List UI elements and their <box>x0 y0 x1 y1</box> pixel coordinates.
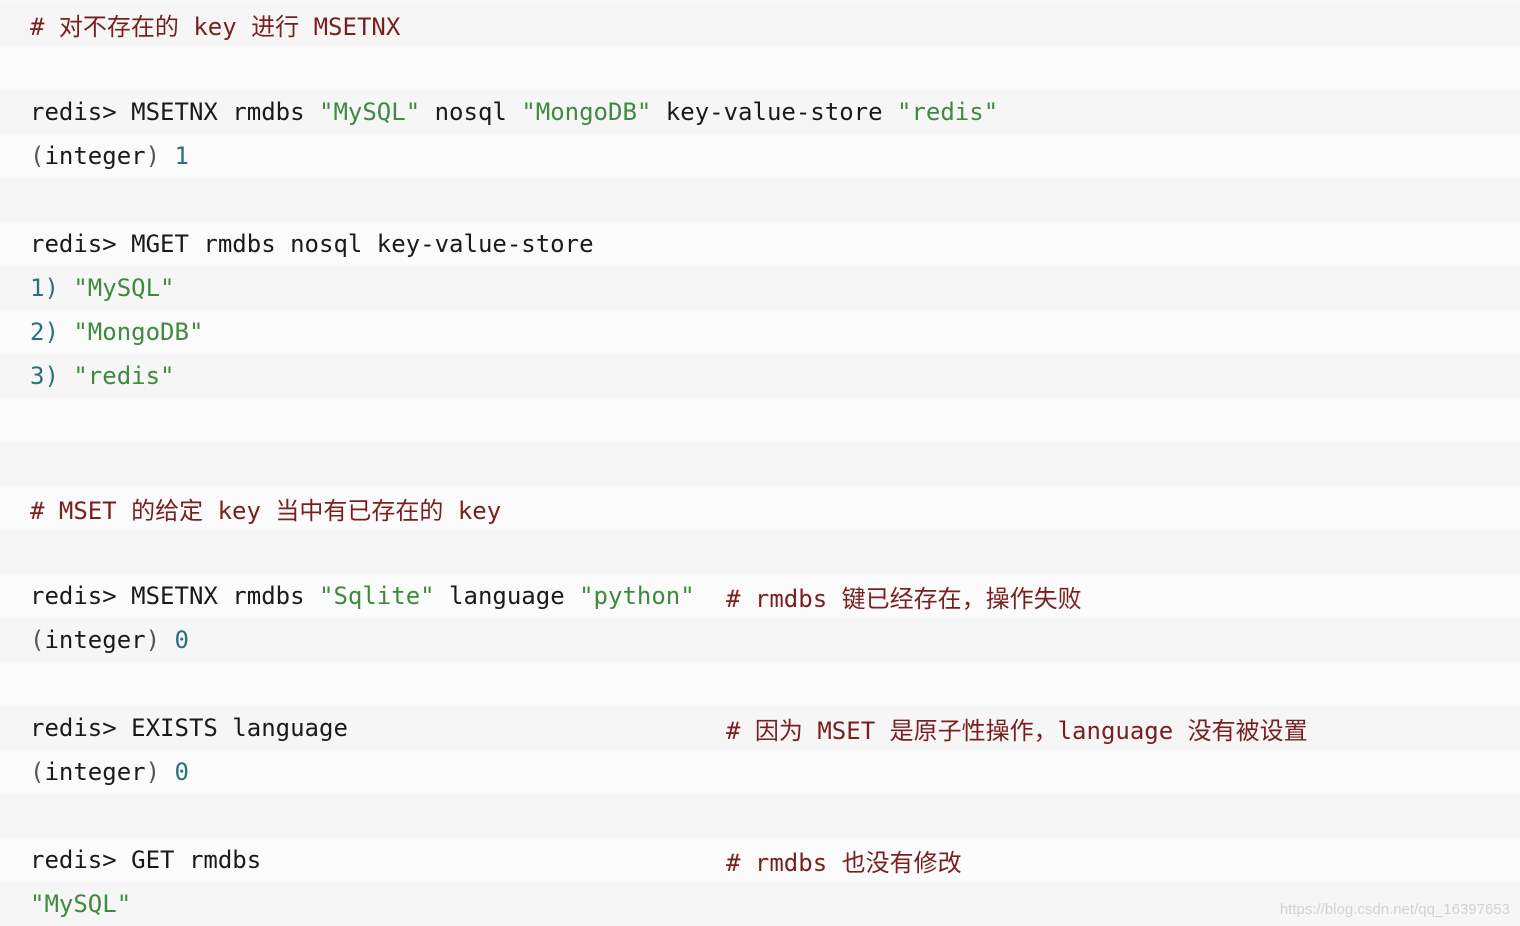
paren-close: ) <box>145 142 161 170</box>
string-literal: "redis" <box>897 98 999 126</box>
code-line-5 <box>0 178 1520 222</box>
inline-comment: # 因为 MSET 是原子性操作，language 没有被设置 <box>726 716 1308 745</box>
integer-label: integer <box>44 626 146 654</box>
command-text: language <box>434 582 580 610</box>
result-index: 1) <box>30 274 59 302</box>
inline-comment: # rmdbs 也没有修改 <box>726 848 962 877</box>
integer-value: 1 <box>174 142 189 170</box>
command-text: MSETNX rmdbs <box>131 582 319 610</box>
string-literal: "Sqlite" <box>319 582 435 610</box>
command-text: MGET rmdbs nosql key-value-store <box>131 230 594 258</box>
code-line-2 <box>0 46 1520 90</box>
result-index: 3) <box>30 362 59 390</box>
paren-open: ( <box>30 626 45 654</box>
string-literal: "MySQL" <box>30 890 132 918</box>
comment-text: # 对不存在的 key 进行 MSETNX <box>30 12 401 41</box>
redis-prompt: redis> <box>30 98 132 126</box>
string-literal: "MongoDB" <box>521 98 652 126</box>
paren-open: ( <box>30 758 45 786</box>
integer-label: integer <box>44 758 146 786</box>
code-line-18: (integer) 0 <box>0 750 1520 794</box>
code-line-12: # MSET 的给定 key 当中有已存在的 key <box>0 486 1520 530</box>
code-line-6: redis> MGET rmdbs nosql key-value-store <box>0 222 1520 266</box>
string-literal: "redis" <box>73 362 175 390</box>
command-text: EXISTS language <box>131 714 348 742</box>
command-text: GET rmdbs <box>131 846 262 874</box>
code-line-16 <box>0 662 1520 706</box>
code-line-3: redis> MSETNX rmdbs "MySQL" nosql "Mongo… <box>0 90 1520 134</box>
string-literal: "MySQL" <box>319 98 421 126</box>
code-line-17: redis> EXISTS language # 因为 MSET 是原子性操作，… <box>0 706 1520 750</box>
code-line-13 <box>0 530 1520 574</box>
code-line-19 <box>0 794 1520 838</box>
code-line-15: (integer) 0 <box>0 618 1520 662</box>
paren-close: ) <box>145 626 161 654</box>
redis-prompt: redis> <box>30 230 132 258</box>
code-line-10 <box>0 398 1520 442</box>
code-line-14: redis> MSETNX rmdbs "Sqlite" language "p… <box>0 574 1520 618</box>
command-text: key-value-store <box>651 98 897 126</box>
integer-label: integer <box>44 142 146 170</box>
string-literal: "python" <box>579 582 695 610</box>
integer-value: 0 <box>174 626 189 654</box>
code-line-20: redis> GET rmdbs # rmdbs 也没有修改 <box>0 838 1520 882</box>
code-block: # 对不存在的 key 进行 MSETNX redis> MSETNX rmdb… <box>0 0 1520 926</box>
redis-prompt: redis> <box>30 714 132 742</box>
string-literal: "MySQL" <box>73 274 175 302</box>
redis-prompt: redis> <box>30 846 132 874</box>
code-line-4: (integer) 1 <box>0 134 1520 178</box>
code-line-1: # 对不存在的 key 进行 MSETNX <box>0 2 1520 46</box>
comment-text: # MSET 的给定 key 当中有已存在的 key <box>30 496 502 525</box>
redis-prompt: redis> <box>30 582 132 610</box>
code-line-9: 3) "redis" <box>0 354 1520 398</box>
watermark: https://blog.csdn.net/qq_16397653 <box>1279 901 1510 918</box>
paren-close: ) <box>145 758 161 786</box>
code-line-8: 2) "MongoDB" <box>0 310 1520 354</box>
integer-value: 0 <box>174 758 189 786</box>
string-literal: "MongoDB" <box>73 318 204 346</box>
result-index: 2) <box>30 318 59 346</box>
code-line-7: 1) "MySQL" <box>0 266 1520 310</box>
code-line-11 <box>0 442 1520 486</box>
inline-comment: # rmdbs 键已经存在，操作失败 <box>726 584 1082 613</box>
command-text: MSETNX rmdbs <box>131 98 319 126</box>
command-text: nosql <box>420 98 522 126</box>
paren-open: ( <box>30 142 45 170</box>
